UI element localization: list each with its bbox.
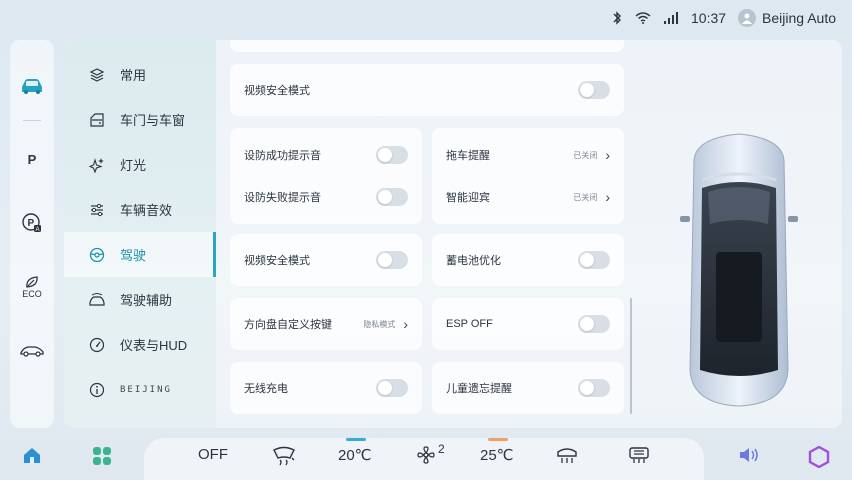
status-text: 已关闭: [573, 150, 598, 160]
user-profile[interactable]: Beijing Auto: [738, 9, 836, 27]
setting-label: 方向盘自定义按键: [244, 319, 332, 331]
menu-item-doors-windows[interactable]: 车门与车窗: [64, 97, 216, 142]
video-safety-card: 视频安全模式: [230, 64, 624, 116]
reminder-card: 拖车提醒 已关闭 › 智能迎宾 已关闭 ›: [432, 128, 624, 224]
ac-toggle-button[interactable]: OFF: [198, 446, 228, 463]
rail-divider: [23, 120, 41, 121]
battery-optimize-toggle[interactable]: [578, 251, 610, 269]
chevron-right-icon: ›: [605, 147, 610, 163]
menu-label: 驾驶: [120, 248, 147, 263]
defrost-front-icon[interactable]: [272, 446, 296, 466]
setting-label: 蓄电池优化: [446, 255, 501, 267]
video-safety-toggle[interactable]: [578, 81, 610, 99]
menu-label: 车门与车窗: [120, 113, 186, 128]
defrost-rear-icon[interactable]: [628, 446, 650, 464]
brand-logo: BEIJING: [120, 384, 172, 395]
setting-label: 设防失败提示音: [244, 192, 321, 204]
car-top-view: [664, 120, 814, 420]
avatar: [738, 9, 757, 27]
alarm-tone-card: 设防成功提示音 设防失败提示音: [230, 128, 422, 224]
menu-label: 常用: [120, 68, 147, 83]
info-icon: [88, 381, 106, 399]
gauge-icon: [88, 336, 106, 354]
user-name: Beijing Auto: [762, 10, 836, 26]
child-reminder-card: 儿童遗忘提醒: [432, 362, 624, 414]
menu-label: 灯光: [120, 158, 147, 173]
partial-card: [230, 40, 624, 52]
settings-menu: 常用 车门与车窗 灯光 车辆音效 驾驶 驾驶辅助 仪表与HUD BEIJING: [64, 40, 216, 428]
parking-assist-icon[interactable]: P: [10, 127, 54, 191]
steering-key-card[interactable]: 方向盘自定义按键 隐私模式 ›: [230, 298, 422, 350]
setting-label: 设防成功提示音: [244, 150, 321, 162]
menu-label: 仪表与HUD: [120, 338, 188, 353]
sparkle-icon: [88, 156, 106, 174]
status-text: 已关闭: [573, 192, 598, 202]
arm-success-toggle[interactable]: [376, 146, 408, 164]
left-rail: P PA ECO: [10, 40, 54, 428]
chevron-right-icon: ›: [403, 316, 408, 332]
setting-label: 智能迎宾: [446, 192, 490, 204]
status-text: 隐私模式: [363, 319, 396, 329]
smart-welcome-row[interactable]: 智能迎宾 已关闭 ›: [446, 186, 610, 208]
menu-label: 车辆音效: [120, 203, 173, 218]
seat-heat-icon[interactable]: [556, 446, 578, 464]
fan-speed-button[interactable]: 2: [416, 442, 445, 464]
left-temp-indicator: [346, 438, 366, 441]
layers-icon: [88, 66, 106, 84]
voice-assistant-icon[interactable]: [808, 446, 830, 468]
setting-label: 儿童遗忘提醒: [446, 383, 512, 395]
video-safety-mid-card: 视频安全模式: [230, 234, 422, 286]
apps-icon[interactable]: [92, 446, 112, 466]
video-safety-mid-toggle[interactable]: [376, 251, 408, 269]
tow-reminder-row[interactable]: 拖车提醒 已关闭 ›: [446, 144, 610, 166]
equalizer-icon: [88, 201, 106, 219]
scrollbar[interactable]: [630, 298, 632, 414]
child-reminder-toggle[interactable]: [578, 379, 610, 397]
chevron-right-icon: ›: [605, 189, 610, 205]
wireless-charging-toggle[interactable]: [376, 379, 408, 397]
clock: 10:37: [691, 10, 727, 26]
eco-icon[interactable]: ECO: [10, 255, 54, 319]
setting-label: 拖车提醒: [446, 150, 490, 162]
signal-icon: [663, 12, 679, 24]
menu-item-common[interactable]: 常用: [64, 52, 216, 97]
status-bar: 10:37 Beijing Auto: [0, 0, 852, 36]
drive-mode-icon[interactable]: [10, 319, 54, 383]
esp-off-toggle[interactable]: [578, 315, 610, 333]
auto-park-icon[interactable]: PA: [10, 191, 54, 255]
door-icon: [88, 111, 106, 129]
home-icon[interactable]: [22, 446, 42, 464]
right-temp-indicator: [488, 438, 508, 441]
setting-label: 无线充电: [244, 383, 288, 395]
menu-item-driving[interactable]: 驾驶: [64, 232, 216, 277]
setting-label: ESP OFF: [446, 318, 493, 330]
wifi-icon: [635, 12, 651, 24]
esp-card: ESP OFF: [432, 298, 624, 350]
car-icon[interactable]: [10, 54, 54, 118]
wireless-charging-card: 无线充电: [230, 362, 422, 414]
svg-text:A: A: [36, 227, 40, 233]
menu-item-lights[interactable]: 灯光: [64, 142, 216, 187]
left-temp-button[interactable]: 20℃: [338, 446, 372, 464]
volume-icon[interactable]: [738, 446, 760, 464]
right-temp-button[interactable]: 25℃: [480, 446, 514, 464]
menu-item-vehicle-sound[interactable]: 车辆音效: [64, 187, 216, 232]
steering-wheel-icon: [88, 246, 106, 264]
setting-label: 视频安全模式: [244, 85, 310, 97]
menu-item-about[interactable]: BEIJING: [64, 367, 216, 412]
battery-card: 蓄电池优化: [432, 234, 624, 286]
menu-label: 驾驶辅助: [120, 293, 173, 308]
setting-label: 视频安全模式: [244, 255, 310, 267]
bluetooth-icon: [611, 11, 623, 25]
svg-text:P: P: [28, 218, 35, 229]
settings-panel: 常用 车门与车窗 灯光 车辆音效 驾驶 驾驶辅助 仪表与HUD BEIJING …: [64, 40, 842, 428]
assist-car-icon: [88, 291, 106, 309]
menu-item-driving-assist[interactable]: 驾驶辅助: [64, 277, 216, 322]
arm-fail-toggle[interactable]: [376, 188, 408, 206]
menu-item-instrument-hud[interactable]: 仪表与HUD: [64, 322, 216, 367]
